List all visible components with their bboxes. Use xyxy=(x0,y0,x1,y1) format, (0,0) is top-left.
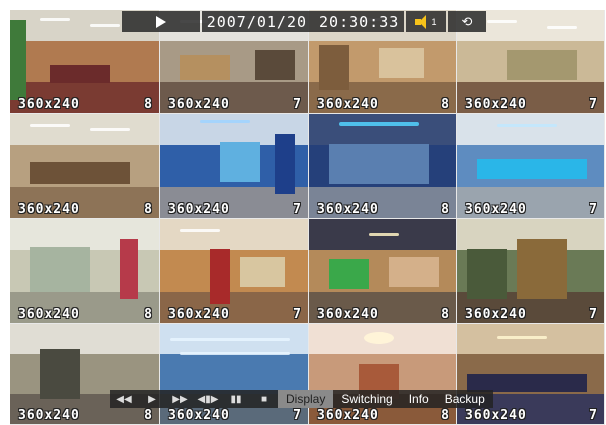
fast-forward-icon: ▶▶ xyxy=(172,393,188,405)
tile-label: 360x240 8 xyxy=(18,307,153,322)
frame-rate-text: 8 xyxy=(144,97,153,112)
status-bar: 2007/01/20 20:30:33 1 ⟲ xyxy=(122,11,486,32)
playback-control-bar: ◀◀ ▶ ▶▶ ◀▮▶ ▮▮ ■ Display Switching Info … xyxy=(110,390,493,408)
camera-tile[interactable]: 360x240 8 xyxy=(10,324,160,425)
fast-forward-button[interactable]: ▶▶ xyxy=(166,390,194,408)
frame-rate-text: 7 xyxy=(589,202,598,217)
resolution-text: 360x240 xyxy=(168,202,230,217)
frame-rate-text: 7 xyxy=(293,307,302,322)
frame-rate-text: 7 xyxy=(589,408,598,423)
speaker-icon xyxy=(415,14,427,29)
frame-rate-text: 7 xyxy=(589,97,598,112)
camera-tile[interactable]: 360x240 7 xyxy=(457,219,605,324)
frame-rate-text: 7 xyxy=(293,408,302,423)
tile-label: 360x240 8 xyxy=(317,307,450,322)
resolution-text: 360x240 xyxy=(168,408,230,423)
resolution-text: 360x240 xyxy=(317,202,379,217)
resolution-text: 360x240 xyxy=(465,97,527,112)
menu-display[interactable]: Display xyxy=(278,390,334,408)
stop-button[interactable]: ■ xyxy=(250,390,278,408)
time-text: 20:30:33 xyxy=(319,12,400,31)
tile-label: 360x240 8 xyxy=(317,408,450,423)
camera-tile[interactable]: 360x240 8 xyxy=(309,219,457,324)
audio-button[interactable]: 1 xyxy=(406,11,446,32)
step-icon: ◀▮▶ xyxy=(197,393,219,405)
tile-label: 360x240 7 xyxy=(465,202,598,217)
date-text: 2007/01/20 xyxy=(206,12,308,31)
tile-label: 360x240 8 xyxy=(18,408,153,423)
rewind-button[interactable]: ◀◀ xyxy=(110,390,138,408)
audio-channel: 1 xyxy=(431,16,437,27)
datetime-display: 2007/01/20 20:30:33 xyxy=(202,11,404,32)
camera-tile[interactable]: 360x240 7 xyxy=(160,114,309,219)
play-icon: ▶ xyxy=(148,393,156,405)
play-icon xyxy=(156,15,166,28)
tile-label: 360x240 7 xyxy=(168,97,302,112)
frame-rate-text: 8 xyxy=(144,408,153,423)
camera-tile[interactable]: 360x240 7 xyxy=(160,324,309,425)
resolution-text: 360x240 xyxy=(18,202,80,217)
frame-rate-text: 7 xyxy=(293,97,302,112)
tile-label: 360x240 7 xyxy=(465,408,598,423)
frame-rate-text: 7 xyxy=(293,202,302,217)
menu-info[interactable]: Info xyxy=(401,390,437,408)
network-button[interactable]: ⟲ xyxy=(448,11,486,32)
menu-switching[interactable]: Switching xyxy=(333,390,400,408)
pause-icon: ▮▮ xyxy=(230,393,242,405)
tile-label: 360x240 8 xyxy=(18,97,153,112)
dvr-screen: 360x240 8 360x240 7 360x240 8 360x240 7 … xyxy=(10,10,605,425)
play-button[interactable] xyxy=(122,11,200,32)
resolution-text: 360x240 xyxy=(18,408,80,423)
tile-label: 360x240 8 xyxy=(317,97,450,112)
frame-rate-text: 8 xyxy=(144,202,153,217)
camera-tile[interactable]: 360x240 7 xyxy=(160,219,309,324)
tile-label: 360x240 7 xyxy=(168,202,302,217)
frame-rate-text: 8 xyxy=(441,202,450,217)
frame-rate-text: 7 xyxy=(589,307,598,322)
network-icon: ⟲ xyxy=(461,13,473,29)
tile-label: 360x240 7 xyxy=(168,307,302,322)
step-button[interactable]: ◀▮▶ xyxy=(194,390,222,408)
tile-label: 360x240 8 xyxy=(18,202,153,217)
resolution-text: 360x240 xyxy=(465,202,527,217)
pause-button[interactable]: ▮▮ xyxy=(222,390,250,408)
resolution-text: 360x240 xyxy=(317,307,379,322)
play-control-button[interactable]: ▶ xyxy=(138,390,166,408)
camera-tile[interactable]: 360x240 8 xyxy=(10,114,160,219)
camera-tile[interactable]: 360x240 8 xyxy=(309,324,457,425)
tile-label: 360x240 7 xyxy=(465,97,598,112)
frame-rate-text: 8 xyxy=(441,97,450,112)
resolution-text: 360x240 xyxy=(465,307,527,322)
camera-tile[interactable]: 360x240 7 xyxy=(457,324,605,425)
frame-rate-text: 8 xyxy=(144,307,153,322)
rewind-icon: ◀◀ xyxy=(116,393,132,405)
tile-label: 360x240 7 xyxy=(465,307,598,322)
tile-label: 360x240 8 xyxy=(317,202,450,217)
resolution-text: 360x240 xyxy=(317,408,379,423)
frame-rate-text: 8 xyxy=(441,307,450,322)
resolution-text: 360x240 xyxy=(465,408,527,423)
frame-rate-text: 8 xyxy=(441,408,450,423)
tile-label: 360x240 7 xyxy=(168,408,302,423)
camera-tile[interactable]: 360x240 8 xyxy=(309,114,457,219)
camera-tile[interactable]: 360x240 7 xyxy=(457,114,605,219)
resolution-text: 360x240 xyxy=(18,307,80,322)
resolution-text: 360x240 xyxy=(168,97,230,112)
stop-icon: ■ xyxy=(260,393,268,405)
menu-backup[interactable]: Backup xyxy=(437,390,493,408)
resolution-text: 360x240 xyxy=(18,97,80,112)
camera-grid: 360x240 8 360x240 7 360x240 8 360x240 7 … xyxy=(10,10,605,425)
resolution-text: 360x240 xyxy=(168,307,230,322)
resolution-text: 360x240 xyxy=(317,97,379,112)
camera-tile[interactable]: 360x240 8 xyxy=(10,219,160,324)
